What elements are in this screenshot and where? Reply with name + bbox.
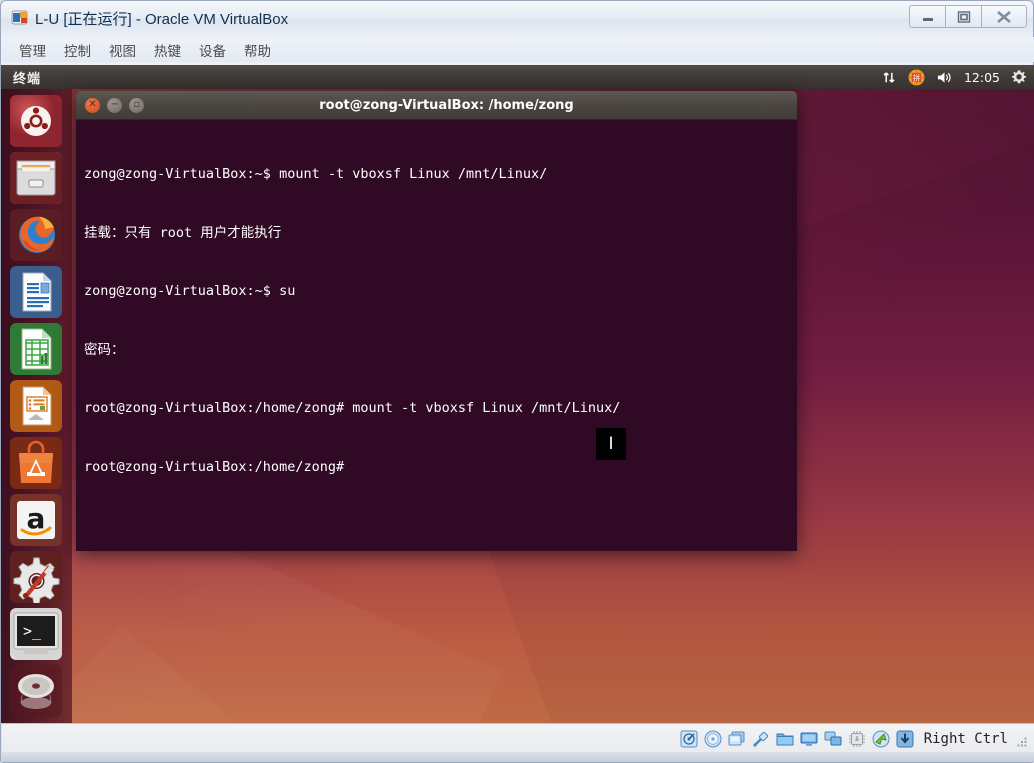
virtualbox-window: L-U [正在运行] - Oracle VM VirtualBox 管理 控制 … [0,0,1034,763]
terminal-minimize-button[interactable]: − [107,97,122,113]
text-ibeam-cursor: I [596,428,626,460]
statusbar-icons: Right Ctrl [679,724,1028,753]
close-button[interactable] [981,5,1027,28]
mouse-integration-status-icon[interactable] [871,729,891,749]
minimize-button[interactable] [909,5,945,28]
ibeam-glyph: I [608,433,614,454]
optical-disc-status-icon[interactable] [703,729,723,749]
network-status-icon[interactable] [823,729,843,749]
launcher-item-software-center[interactable] [10,437,62,489]
launcher-item-system-settings[interactable] [10,551,62,603]
window-frame-bottom [1,752,1034,762]
hard-disk-status-icon[interactable] [679,729,699,749]
terminal-line: root@zong-VirtualBox:/home/zong# [84,458,345,475]
window-frame: L-U [正在运行] - Oracle VM VirtualBox 管理 控制 … [0,0,1034,763]
terminal-line: zong@zong-VirtualBox:~$ mount -t vboxsf … [84,166,548,182]
panel-indicators: 拼 12:05 [882,65,1027,89]
launcher-item-impress[interactable] [10,380,62,432]
panel-app-name: 终端 [13,71,42,87]
launcher-item-terminal[interactable]: >_ [10,608,62,660]
terminal-window[interactable]: ✕ − ▫ root@zong-VirtualBox: /home/zong z… [76,91,797,551]
unity-launcher: a >_ [1,89,72,723]
session-gear-icon[interactable] [1011,69,1027,85]
terminal-output[interactable]: zong@zong-VirtualBox:~$ mount -t vboxsf … [76,120,797,551]
window-controls [909,5,1027,28]
terminal-titlebar[interactable]: ✕ − ▫ root@zong-VirtualBox: /home/zong [76,91,797,120]
virtualbox-statusbar: Right Ctrl [2,723,1034,753]
launcher-item-dash[interactable] [10,95,62,147]
virtualbox-menubar: 管理 控制 视图 热键 设备 帮助 [2,37,1034,62]
window-titlebar[interactable]: L-U [正在运行] - Oracle VM VirtualBox [1,1,1033,36]
launcher-item-writer[interactable] [10,266,62,318]
keyboard-capture-status-icon[interactable] [895,729,915,749]
display-status-icon[interactable] [799,729,819,749]
menu-input[interactable]: 热键 [145,37,190,63]
launcher-item-calc[interactable] [10,323,62,375]
svg-text:a: a [27,502,46,535]
terminal-line: 密码： [84,341,125,358]
network-indicator-icon[interactable] [882,70,897,85]
input-method-indicator-icon[interactable]: 拼 [908,69,925,86]
terminal-line: zong@zong-VirtualBox:~$ su [84,283,296,299]
host-key-label: Right Ctrl [923,730,1008,747]
terminal-maximize-button[interactable]: ▫ [129,97,144,113]
window-title: L-U [正在运行] - Oracle VM VirtualBox [35,11,289,28]
svg-text:>_: >_ [23,622,42,640]
guest-screen[interactable]: 终端 拼 12:05 a >_ ✕ − ▫ root@zong-VirtualB… [1,65,1034,723]
launcher-item-firefox[interactable] [10,209,62,261]
terminal-title: root@zong-VirtualBox: /home/zong [319,97,574,113]
terminal-close-button[interactable]: ✕ [85,97,100,113]
shared-folders-status-icon[interactable] [775,729,795,749]
restore-button[interactable] [945,5,981,28]
svg-text:拼: 拼 [913,72,921,82]
volume-indicator-icon[interactable] [936,70,953,85]
launcher-running-arrow-left [11,652,16,660]
virtualbox-icon [11,10,28,25]
menu-manage[interactable]: 管理 [10,37,55,63]
terminal-line: 挂载：只有 root 用户才能执行 [84,224,282,241]
clock-indicator[interactable]: 12:05 [964,70,1000,85]
resize-grip[interactable] [1016,736,1028,748]
launcher-item-amazon[interactable]: a [10,494,62,546]
menu-view[interactable]: 视图 [100,37,145,63]
launcher-item-files[interactable] [10,152,62,204]
cpu-status-icon[interactable] [847,729,867,749]
menu-help[interactable]: 帮助 [235,37,280,63]
terminal-line: root@zong-VirtualBox:/home/zong# mount -… [84,400,621,416]
launcher-item-disc[interactable] [10,665,62,717]
menu-machine[interactable]: 控制 [55,37,100,63]
floppy-status-icon[interactable] [727,729,747,749]
usb-status-icon[interactable] [751,729,771,749]
ubuntu-top-panel: 终端 拼 12:05 [1,65,1034,89]
menu-devices[interactable]: 设备 [190,37,235,63]
